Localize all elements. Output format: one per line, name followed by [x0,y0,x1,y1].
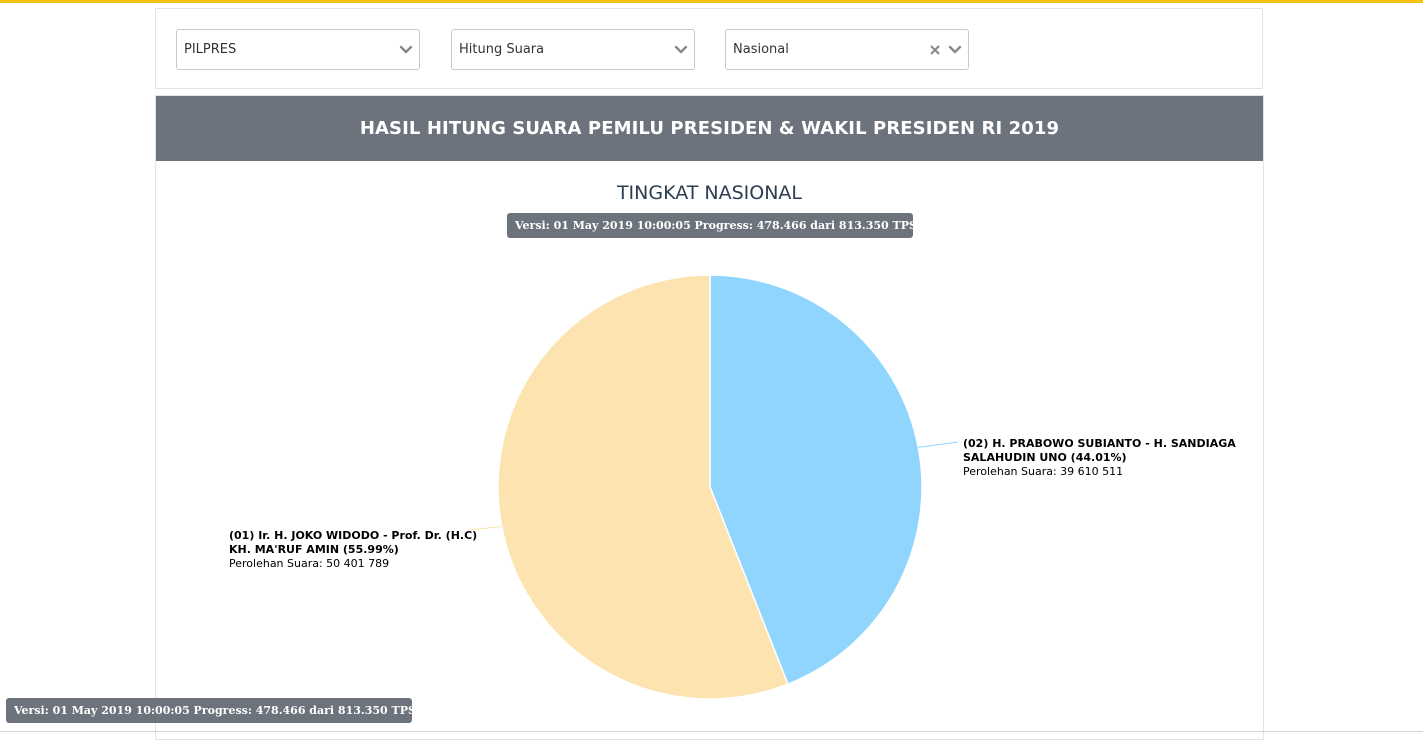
pie-label-line: Perolehan Suara: 39 610 511 [963,465,1123,478]
pie-label-line: (02) H. PRABOWO SUBIANTO - H. SANDIAGA [963,437,1236,450]
pie-label-line: (01) Ir. H. JOKO WIDODO - Prof. Dr. (H.C… [229,529,477,542]
version-tooltip: Versi: 01 May 2019 10:00:05 Progress: 47… [6,698,498,723]
version-badge: Versi: 01 May 2019 10:00:05 Progress: 47… [507,213,999,238]
pie-label-01: (01) Ir. H. JOKO WIDODO - Prof. Dr. (H.C… [229,529,477,570]
pie-chart: (02) H. PRABOWO SUBIANTO - H. SANDIAGA SA… [229,274,1236,700]
page-divider [0,731,1423,732]
pie-connector-line [918,441,959,448]
pie-label-line: SALAHUDIN UNO (44.01%) [963,451,1127,464]
pie-label-02: (02) H. PRABOWO SUBIANTO - H. SANDIAGA SA… [963,437,1236,478]
pie-label-line: Perolehan Suara: 50 401 789 [229,557,389,570]
pie-label-line: KH. MA'RUF AMIN (55.99%) [229,543,399,556]
